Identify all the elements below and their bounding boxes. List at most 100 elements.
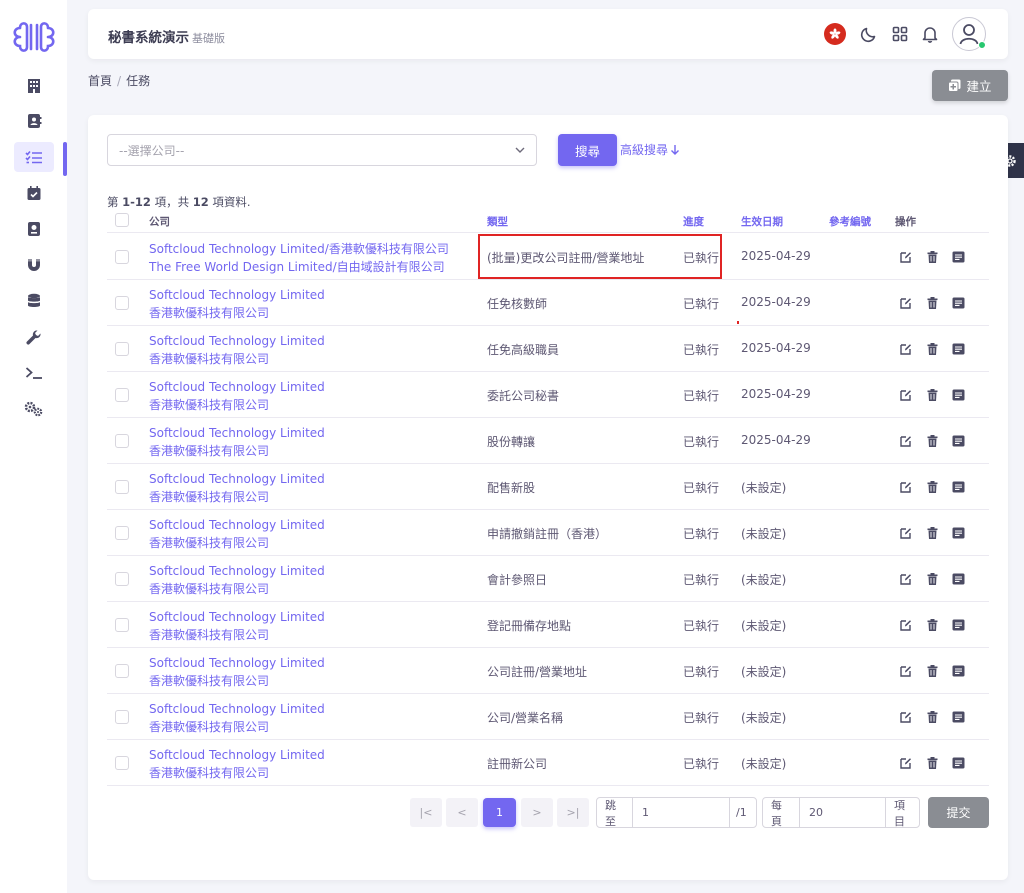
trash-icon[interactable] [925,618,939,632]
company-cell[interactable]: Softcloud Technology Limited/香港軟優科技有限公司 T… [149,240,449,276]
header-type[interactable]: 類型 [487,214,508,229]
trash-icon[interactable] [925,526,939,540]
row-checkbox[interactable] [115,250,129,264]
company-name-zh[interactable]: 香港軟優科技有限公司 [149,534,325,552]
row-checkbox[interactable] [115,296,129,310]
row-checkbox[interactable] [115,756,129,770]
trash-icon[interactable] [925,664,939,678]
row-checkbox[interactable] [115,342,129,356]
company-name-zh[interactable]: 香港軟優科技有限公司 [149,718,325,736]
company-name-en[interactable]: Softcloud Technology Limited [149,700,325,718]
edit-icon[interactable] [899,618,913,632]
sidebar-item-tools[interactable] [14,322,54,352]
company-name-en[interactable]: Softcloud Technology Limited [149,378,325,396]
company-name-en[interactable]: Softcloud Technology Limited [149,332,325,350]
company-cell[interactable]: Softcloud Technology Limited 香港軟優科技有限公司 [149,424,325,460]
company-name-zh[interactable]: 香港軟優科技有限公司 [149,304,325,322]
sidebar-item-terminal[interactable] [14,358,54,388]
edit-icon[interactable] [899,526,913,540]
trash-icon[interactable] [925,342,939,356]
company-cell[interactable]: Softcloud Technology Limited 香港軟優科技有限公司 [149,378,325,414]
company-name-en[interactable]: Softcloud Technology Limited [149,286,325,304]
company-name-en[interactable]: Softcloud Technology Limited [149,516,325,534]
page-next-button[interactable]: > [521,798,553,827]
per-page-input[interactable]: 20 [799,798,885,827]
company-name-en[interactable]: Softcloud Technology Limited [149,654,325,672]
edit-icon[interactable] [899,710,913,724]
company-name-zh[interactable]: 香港軟優科技有限公司 [149,764,325,782]
edit-icon[interactable] [899,756,913,770]
sidebar-item-contacts[interactable] [14,106,54,136]
company-name-en[interactable]: Softcloud Technology Limited [149,746,325,764]
edit-icon[interactable] [899,664,913,678]
page-1-button[interactable]: 1 [483,798,516,827]
notes-icon[interactable] [951,710,965,724]
company-cell[interactable]: Softcloud Technology Limited 香港軟優科技有限公司 [149,654,325,690]
company-cell[interactable]: Softcloud Technology Limited 香港軟優科技有限公司 [149,470,325,506]
notes-icon[interactable] [951,342,965,356]
company-name-zh[interactable]: 香港軟優科技有限公司 [149,672,325,690]
row-checkbox[interactable] [115,618,129,632]
company-name-zh[interactable]: The Free World Design Limited/自由域設計有限公司 [149,258,449,276]
notes-icon[interactable] [951,250,965,264]
notes-icon[interactable] [951,296,965,310]
header-company[interactable]: 公司 [149,214,170,229]
company-cell[interactable]: Softcloud Technology Limited 香港軟優科技有限公司 [149,746,325,782]
trash-icon[interactable] [925,572,939,586]
app-logo-icon[interactable] [11,20,57,54]
company-name-zh[interactable]: 香港軟優科技有限公司 [149,626,325,644]
row-checkbox[interactable] [115,388,129,402]
bell-icon[interactable] [922,25,938,43]
trash-icon[interactable] [925,296,939,310]
trash-icon[interactable] [925,434,939,448]
trash-icon[interactable] [925,480,939,494]
company-select[interactable]: --選擇公司-- [107,134,537,166]
company-cell[interactable]: Softcloud Technology Limited 香港軟優科技有限公司 [149,562,325,598]
company-cell[interactable]: Softcloud Technology Limited 香港軟優科技有限公司 [149,608,325,644]
hk-flag-icon[interactable] [824,23,846,45]
page-first-button[interactable]: |< [410,798,442,827]
user-avatar-icon[interactable] [952,17,986,51]
company-name-zh[interactable]: 香港軟優科技有限公司 [149,442,325,460]
select-all-checkbox[interactable] [115,213,129,227]
trash-icon[interactable] [925,756,939,770]
company-name-en[interactable]: Softcloud Technology Limited [149,608,325,626]
company-cell[interactable]: Softcloud Technology Limited 香港軟優科技有限公司 [149,332,325,368]
notes-icon[interactable] [951,756,965,770]
edit-icon[interactable] [899,388,913,402]
company-name-zh[interactable]: 香港軟優科技有限公司 [149,350,325,368]
company-name-zh[interactable]: 香港軟優科技有限公司 [149,396,325,414]
row-checkbox[interactable] [115,434,129,448]
sidebar-item-calendar[interactable] [14,178,54,208]
row-checkbox[interactable] [115,480,129,494]
sidebar-item-tasks[interactable] [14,142,54,172]
goto-page-input[interactable]: 1 [632,798,729,827]
company-name-en[interactable]: Softcloud Technology Limited [149,424,325,442]
notes-icon[interactable] [951,572,965,586]
create-button[interactable]: 建立 [932,70,1008,101]
notes-icon[interactable] [951,434,965,448]
company-name-en[interactable]: Softcloud Technology Limited [149,562,325,580]
row-checkbox[interactable] [115,526,129,540]
edit-icon[interactable] [899,342,913,356]
header-effective-date[interactable]: 生效日期 [741,214,783,229]
sidebar-item-magnet[interactable] [14,250,54,280]
trash-icon[interactable] [925,710,939,724]
row-checkbox[interactable] [115,664,129,678]
trash-icon[interactable] [925,250,939,264]
notes-icon[interactable] [951,480,965,494]
notes-icon[interactable] [951,618,965,632]
row-checkbox[interactable] [115,710,129,724]
notes-icon[interactable] [951,388,965,402]
notes-icon[interactable] [951,664,965,678]
company-name-zh[interactable]: 香港軟優科技有限公司 [149,580,325,598]
company-name-en[interactable]: Softcloud Technology Limited/香港軟優科技有限公司 [149,240,449,258]
edit-icon[interactable] [899,250,913,264]
header-ref-no[interactable]: 參考編號 [829,214,871,229]
sidebar-item-database[interactable] [14,286,54,316]
breadcrumb-home[interactable]: 首頁 [88,74,112,88]
advanced-search-link[interactable]: 高級搜尋 [620,141,680,158]
page-prev-button[interactable]: < [446,798,478,827]
grid-icon[interactable] [892,26,908,42]
company-cell[interactable]: Softcloud Technology Limited 香港軟優科技有限公司 [149,286,325,322]
